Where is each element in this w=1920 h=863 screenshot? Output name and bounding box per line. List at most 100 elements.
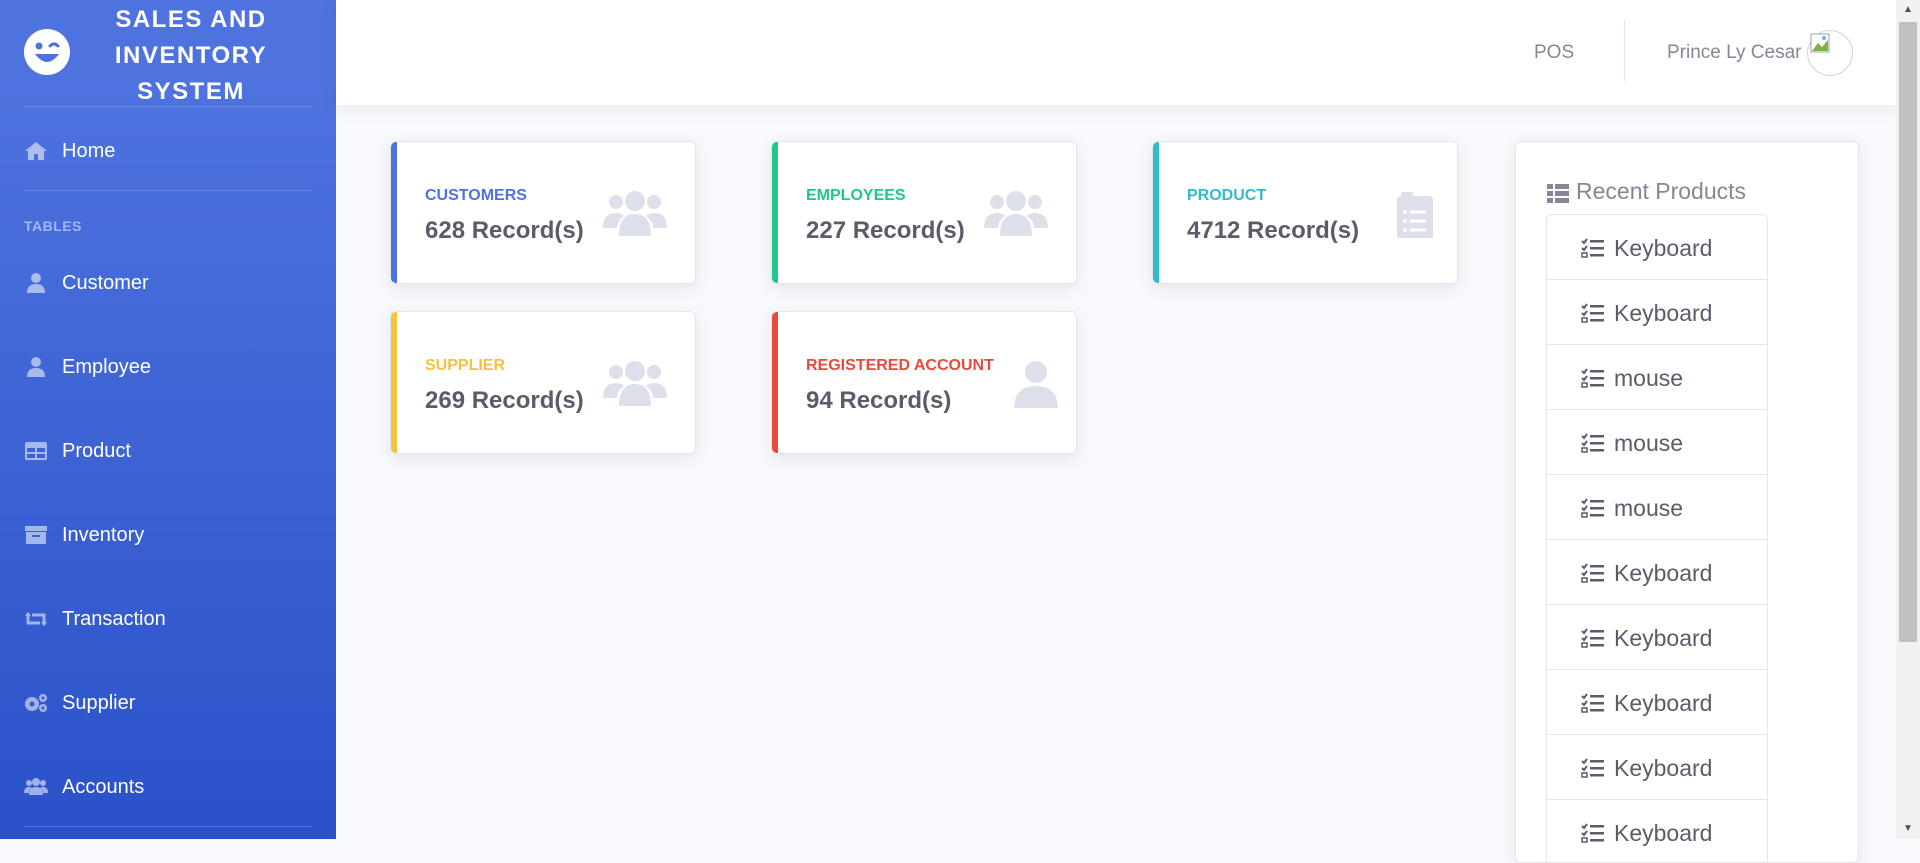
list-item[interactable]: mouse [1546,345,1768,410]
sidebar-item-employee[interactable]: Employee [0,343,336,391]
card-accent [772,312,778,453]
card-label: PRODUCT [1187,187,1267,204]
stat-card-registered-account[interactable]: REGISTERED ACCOUNT 94 Record(s) [771,311,1077,454]
recent-products-title: Recent Products [1576,178,1747,204]
scroll-up-arrow-icon[interactable]: ▲ [1896,0,1920,20]
recent-products-list: Keyboard Keyboard mouse mouse mouse Keyb… [1546,214,1768,862]
product-name: Keyboard [1614,300,1713,326]
archive-icon [25,526,47,544]
tasks-icon [1581,693,1604,713]
sidebar-item-transaction[interactable]: Transaction [0,595,336,643]
sidebar-item-accounts[interactable]: Accounts [0,763,336,811]
sidebar-item-customer[interactable]: Customer [0,259,336,307]
retweet-icon [25,612,47,626]
product-name: Keyboard [1614,625,1713,651]
list-item[interactable]: Keyboard [1546,605,1768,670]
user-name[interactable]: Prince Ly Cesar [1667,42,1801,64]
users-icon [984,191,1048,236]
tasks-icon [1581,303,1604,323]
stat-card-employees[interactable]: EMPLOYEES 227 Record(s) [771,141,1077,284]
topbar: POS Prince Ly Cesar [336,0,1896,105]
card-label: SUPPLIER [425,357,506,374]
user-icon [27,273,45,293]
cogs-icon [25,694,47,712]
recent-products-panel: Recent Products Keyboard Keyboard mouse … [1515,141,1859,863]
clipboard-list-icon [1397,192,1433,238]
broken-image-icon [1810,33,1830,53]
list-item[interactable]: Keyboard [1546,800,1768,862]
product-name: mouse [1614,365,1684,391]
brand-title: SALES AND INVENTORY SYSTEM [114,6,268,105]
sidebar-item-label: Transaction [62,608,166,630]
sidebar-item-inventory[interactable]: Inventory [0,511,336,559]
product-name: Keyboard [1614,690,1713,716]
user-icon [1014,361,1058,408]
product-name: Keyboard [1614,560,1713,586]
list-item[interactable]: Keyboard [1546,540,1768,605]
scrollbar-thumb[interactable] [1899,22,1917,642]
sidebar-divider [24,826,312,827]
tasks-icon [1581,368,1604,388]
card-label: EMPLOYEES [806,187,906,204]
sidebar-item-product[interactable]: Product [0,427,336,475]
sidebar-divider [24,190,312,191]
list-item[interactable]: Keyboard [1546,670,1768,735]
card-value: 269 Record(s) [425,387,584,414]
users-icon [603,361,667,406]
card-label: REGISTERED ACCOUNT [806,357,994,374]
sidebar-item-label: Home [62,140,116,162]
pos-link[interactable]: POS [1534,42,1574,64]
list-item[interactable]: Keyboard [1546,280,1768,345]
tasks-icon [1581,498,1604,518]
sidebar: SALES AND INVENTORY SYSTEM Home TABLES C… [0,0,336,839]
card-accent [1153,142,1159,283]
sidebar-heading: TABLES [24,218,82,234]
tasks-icon [1581,628,1604,648]
tasks-icon [1581,238,1604,258]
stat-card-supplier[interactable]: SUPPLIER 269 Record(s) [390,311,696,454]
product-name: Keyboard [1614,755,1713,781]
sidebar-divider [24,106,312,107]
sidebar-item-label: Employee [62,356,151,378]
card-accent [391,142,397,283]
sidebar-item-label: Accounts [62,776,145,798]
card-value: 628 Record(s) [425,217,584,244]
list-item[interactable]: mouse [1546,410,1768,475]
brand[interactable]: SALES AND INVENTORY SYSTEM [0,0,336,106]
sidebar-item-home[interactable]: Home [0,127,336,175]
users-icon [603,191,667,236]
list-item[interactable]: Keyboard [1546,214,1768,280]
list-item[interactable]: Keyboard [1546,735,1768,800]
topbar-divider [1624,20,1625,81]
sidebar-item-label: Product [62,440,131,462]
card-value: 227 Record(s) [806,217,965,244]
sidebar-item-label: Inventory [62,524,145,546]
user-icon [27,357,45,377]
card-value: 4712 Record(s) [1187,217,1360,244]
stat-card-product[interactable]: PRODUCT 4712 Record(s) [1152,141,1458,284]
card-accent [391,312,397,453]
tasks-icon [1581,563,1604,583]
users-icon [24,778,48,795]
scroll-down-arrow-icon[interactable]: ▼ [1896,819,1920,839]
list-item[interactable]: mouse [1546,475,1768,540]
table-icon [25,442,47,460]
product-name: Keyboard [1614,235,1713,261]
product-name: mouse [1614,430,1684,456]
laugh-wink-icon [24,29,70,75]
th-list-icon [1547,184,1569,203]
tasks-icon [1581,823,1604,843]
card-value: 94 Record(s) [806,387,952,414]
tasks-icon [1581,433,1604,453]
sidebar-item-label: Customer [62,272,149,294]
home-icon [25,142,47,160]
product-name: mouse [1614,495,1684,521]
sidebar-item-supplier[interactable]: Supplier [0,679,336,727]
sidebar-item-label: Supplier [62,692,136,714]
card-accent [772,142,778,283]
tasks-icon [1581,758,1604,778]
stat-card-customers[interactable]: CUSTOMERS 628 Record(s) [390,141,696,284]
product-name: Keyboard [1614,820,1713,846]
avatar[interactable] [1807,30,1853,76]
card-label: CUSTOMERS [425,187,527,204]
